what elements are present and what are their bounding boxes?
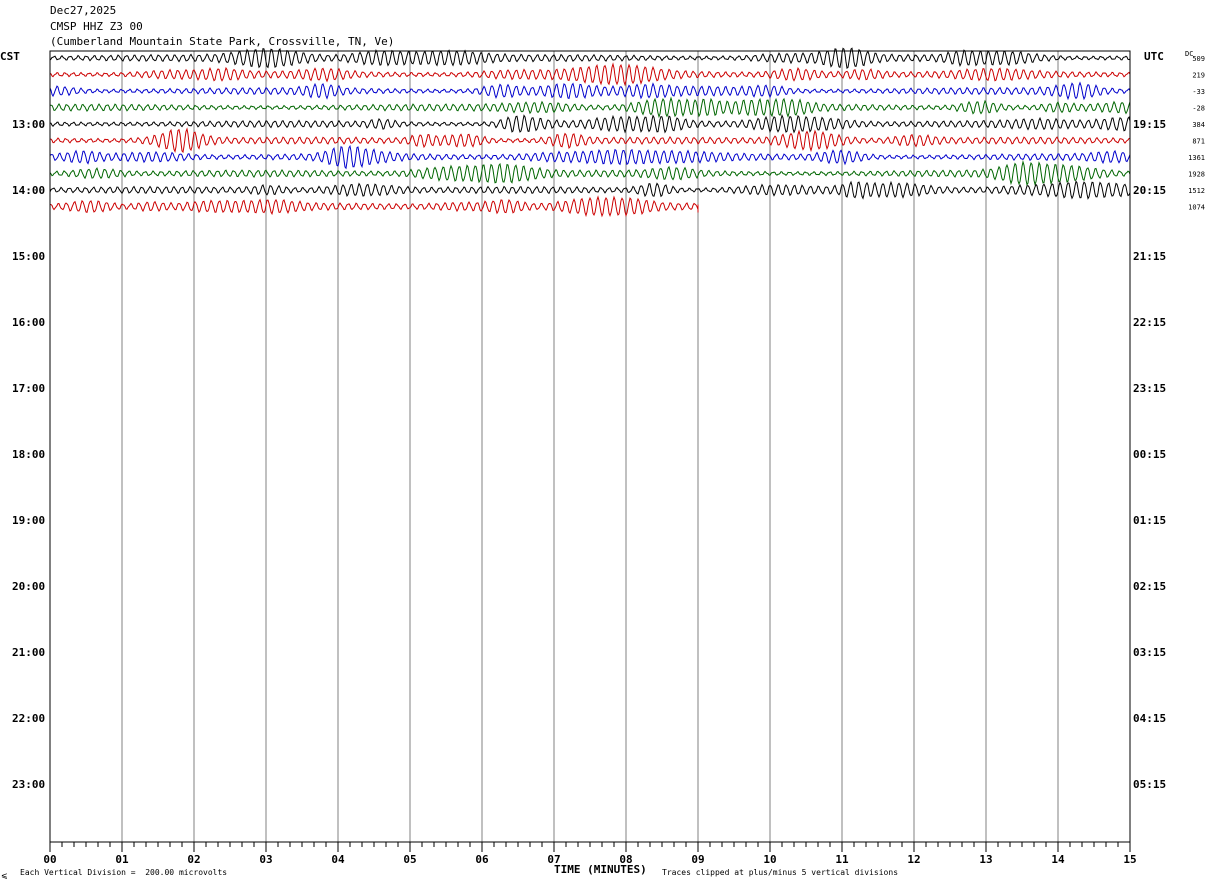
x-tick-label: 14	[1051, 853, 1065, 866]
trace-line	[49, 144, 1131, 170]
left-hour-label: 18:00	[12, 448, 45, 461]
seismic-traces	[49, 47, 1131, 218]
x-tick-label: 09	[691, 853, 704, 866]
trace-line	[49, 195, 699, 218]
trace-line	[49, 180, 1131, 200]
right-hour-label: 21:15	[1133, 250, 1166, 263]
x-tick-label: 05	[403, 853, 416, 866]
left-hour-label: 16:00	[12, 316, 45, 329]
dc-offset-label: 509	[1192, 55, 1205, 63]
x-tick-label: 12	[907, 853, 920, 866]
right-hour-label: 23:15	[1133, 382, 1166, 395]
trace-line	[49, 127, 1131, 154]
footer-mark: ⩽	[1, 871, 8, 880]
right-hour-label: 05:15	[1133, 778, 1166, 791]
plot-frame	[49, 50, 1131, 843]
x-tick-label: 10	[763, 853, 776, 866]
left-hour-label: 14:00	[12, 184, 45, 197]
dc-offset-label: 1074	[1188, 204, 1205, 212]
right-hour-label: 01:15	[1133, 514, 1166, 527]
left-hour-label: 15:00	[12, 250, 45, 263]
dc-offset-label: -33	[1192, 88, 1205, 96]
dc-offset-label: -28	[1192, 105, 1205, 113]
left-hour-label: 13:00	[12, 118, 45, 131]
x-tick-label: 15	[1123, 853, 1136, 866]
footer-clip-note: Traces clipped at plus/minus 5 vertical …	[662, 868, 899, 877]
right-hour-label: 20:15	[1133, 184, 1166, 197]
x-tick-label: 00	[43, 853, 56, 866]
x-tick-label: 11	[835, 853, 849, 866]
footer-scale-note: Each Vertical Division = 200.00 microvol…	[20, 868, 228, 877]
dc-offset-label: 1512	[1188, 187, 1205, 195]
left-hour-label: 22:00	[12, 712, 45, 725]
left-hour-label: 17:00	[12, 382, 45, 395]
right-hour-label: 03:15	[1133, 646, 1166, 659]
minute-gridlines	[121, 51, 1059, 842]
trace-line	[49, 159, 1131, 187]
left-hour-label: 21:00	[12, 646, 45, 659]
x-tick-label: 13	[979, 853, 992, 866]
trace-line	[49, 81, 1131, 101]
trace-line	[49, 96, 1131, 119]
right-hour-label: 19:15	[1133, 118, 1166, 131]
dc-offset-label: 384	[1192, 121, 1205, 129]
dc-offset-label: 219	[1192, 72, 1205, 80]
right-hour-label: 04:15	[1133, 712, 1166, 725]
left-hour-label: 23:00	[12, 778, 45, 791]
right-hour-label: 02:15	[1133, 580, 1166, 593]
dc-offset-label: 1361	[1188, 154, 1205, 162]
left-hour-label: 20:00	[12, 580, 45, 593]
x-axis-title: TIME (MINUTES)	[554, 863, 647, 876]
seismogram-plot: 00 01 02 03 04 05 06 07 08 09 10 11 12 13 14 1513:0014:…	[12, 47, 1205, 866]
right-hour-label: 00:15	[1133, 448, 1166, 461]
trace-line	[49, 62, 1131, 87]
x-tick-label: 02	[187, 853, 200, 866]
dc-offset-label: 1928	[1188, 171, 1205, 179]
x-tick-label: 01	[115, 853, 129, 866]
x-tick-label: 06	[475, 853, 489, 866]
trace-line	[49, 113, 1131, 134]
x-tick-label: 04	[331, 853, 345, 866]
right-hour-label: 22:15	[1133, 316, 1166, 329]
left-hour-label: 19:00	[12, 514, 45, 527]
x-tick-label: 03	[259, 853, 272, 866]
dc-offset-label: 871	[1192, 138, 1205, 146]
